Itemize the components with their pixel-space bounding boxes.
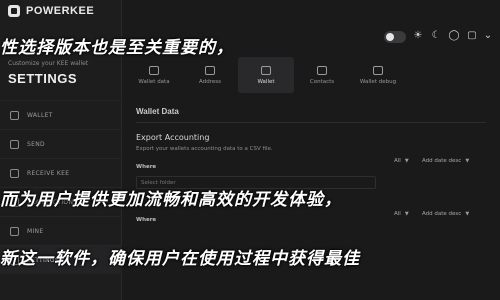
theme-toggle[interactable] [384, 31, 406, 43]
tab-wallet-data[interactable]: Wallet data [126, 57, 182, 93]
sort-value: Add date desc [422, 157, 462, 164]
tab-label: Wallet [257, 78, 275, 85]
debug-icon [373, 65, 383, 75]
sidebar-item-settings[interactable]: SETTINGS [0, 245, 122, 274]
filter-value: All [394, 157, 401, 164]
sidebar-item-label: WALLET [27, 111, 53, 119]
mine-icon [10, 226, 19, 236]
send-icon [10, 139, 19, 149]
settings-tabs: Wallet data Address Wallet Contacts Wall… [122, 57, 500, 93]
contacts-icon [317, 65, 327, 75]
wallet-icon [261, 65, 271, 75]
divider [136, 122, 486, 123]
sidebar-item-label: SEND [27, 140, 45, 148]
chevron-down-icon: ▼ [465, 210, 470, 217]
receive-icon [10, 168, 19, 178]
export-description: Export your wallets accounting data to a… [136, 146, 273, 152]
sidebar-item-label: SETTINGS [27, 256, 59, 264]
where-label: Where [136, 164, 157, 170]
sidebar-item-transactions[interactable]: TRANSACTIONS [0, 187, 122, 216]
filter-select-2[interactable]: All ▼ [394, 208, 409, 219]
sidebar: POWERKEE Customize your KEE wallet SETTI… [0, 0, 122, 300]
brand-logo-icon [8, 5, 20, 17]
tab-label: Contacts [309, 78, 335, 85]
tab-wallet-debug[interactable]: Wallet debug [350, 57, 406, 93]
sort-select[interactable]: Add date desc ▼ [422, 155, 469, 166]
settings-icon [10, 255, 19, 265]
sidebar-item-label: TRANSACTIONS [27, 198, 78, 206]
tab-label: Wallet debug [359, 78, 397, 85]
lock-icon[interactable]: ▢ [466, 30, 478, 42]
sidebar-item-receive[interactable]: RECEIVE KEE [0, 158, 122, 187]
sidebar-nav: WALLET SEND RECEIVE KEE TRANSACTIONS MIN… [0, 100, 122, 274]
sort-select-2[interactable]: Add date desc ▼ [422, 208, 469, 219]
transactions-icon [10, 197, 19, 207]
sun-icon[interactable]: ☀ [412, 30, 424, 42]
tab-address[interactable]: Address [182, 57, 238, 93]
sidebar-item-label: RECEIVE KEE [27, 169, 70, 177]
sidebar-item-mine[interactable]: MINE [0, 216, 122, 245]
page-title: SETTINGS [8, 71, 78, 86]
sidebar-item-send[interactable]: SEND [0, 129, 122, 158]
wallet-icon [10, 110, 19, 120]
chevron-down-icon: ▼ [404, 157, 409, 164]
tab-label: Wallet data [138, 78, 170, 85]
toggle-knob [386, 33, 394, 41]
tab-label: Address [199, 78, 221, 85]
user-icon[interactable]: ◯ [448, 30, 460, 42]
folder-input[interactable] [136, 176, 376, 189]
tab-contacts[interactable]: Contacts [294, 57, 350, 93]
section-title: Wallet Data [136, 107, 179, 116]
tagline: Customize your KEE wallet [8, 60, 89, 67]
address-icon [205, 65, 215, 75]
filter-value-2: All [394, 210, 401, 217]
sidebar-item-wallet[interactable]: WALLET [0, 100, 122, 129]
sidebar-item-label: MINE [27, 227, 44, 235]
export-title: Export Accounting [136, 133, 210, 142]
tab-wallet[interactable]: Wallet [238, 57, 294, 93]
moon-icon[interactable]: ☾ [430, 30, 442, 42]
brand: POWERKEE [8, 5, 94, 17]
database-icon [149, 65, 159, 75]
sort-value-2: Add date desc [422, 210, 462, 217]
chevron-down-icon[interactable]: ⌄ [482, 30, 494, 42]
chevron-down-icon: ▼ [465, 157, 470, 164]
where-label-2: Where [136, 217, 157, 223]
brand-name: POWERKEE [26, 5, 95, 17]
main-panel: ☀ ☾ ◯ ▢ ⌄ Wallet data Address Wallet Con… [122, 0, 500, 300]
filter-select[interactable]: All ▼ [394, 155, 409, 166]
chevron-down-icon: ▼ [404, 210, 409, 217]
